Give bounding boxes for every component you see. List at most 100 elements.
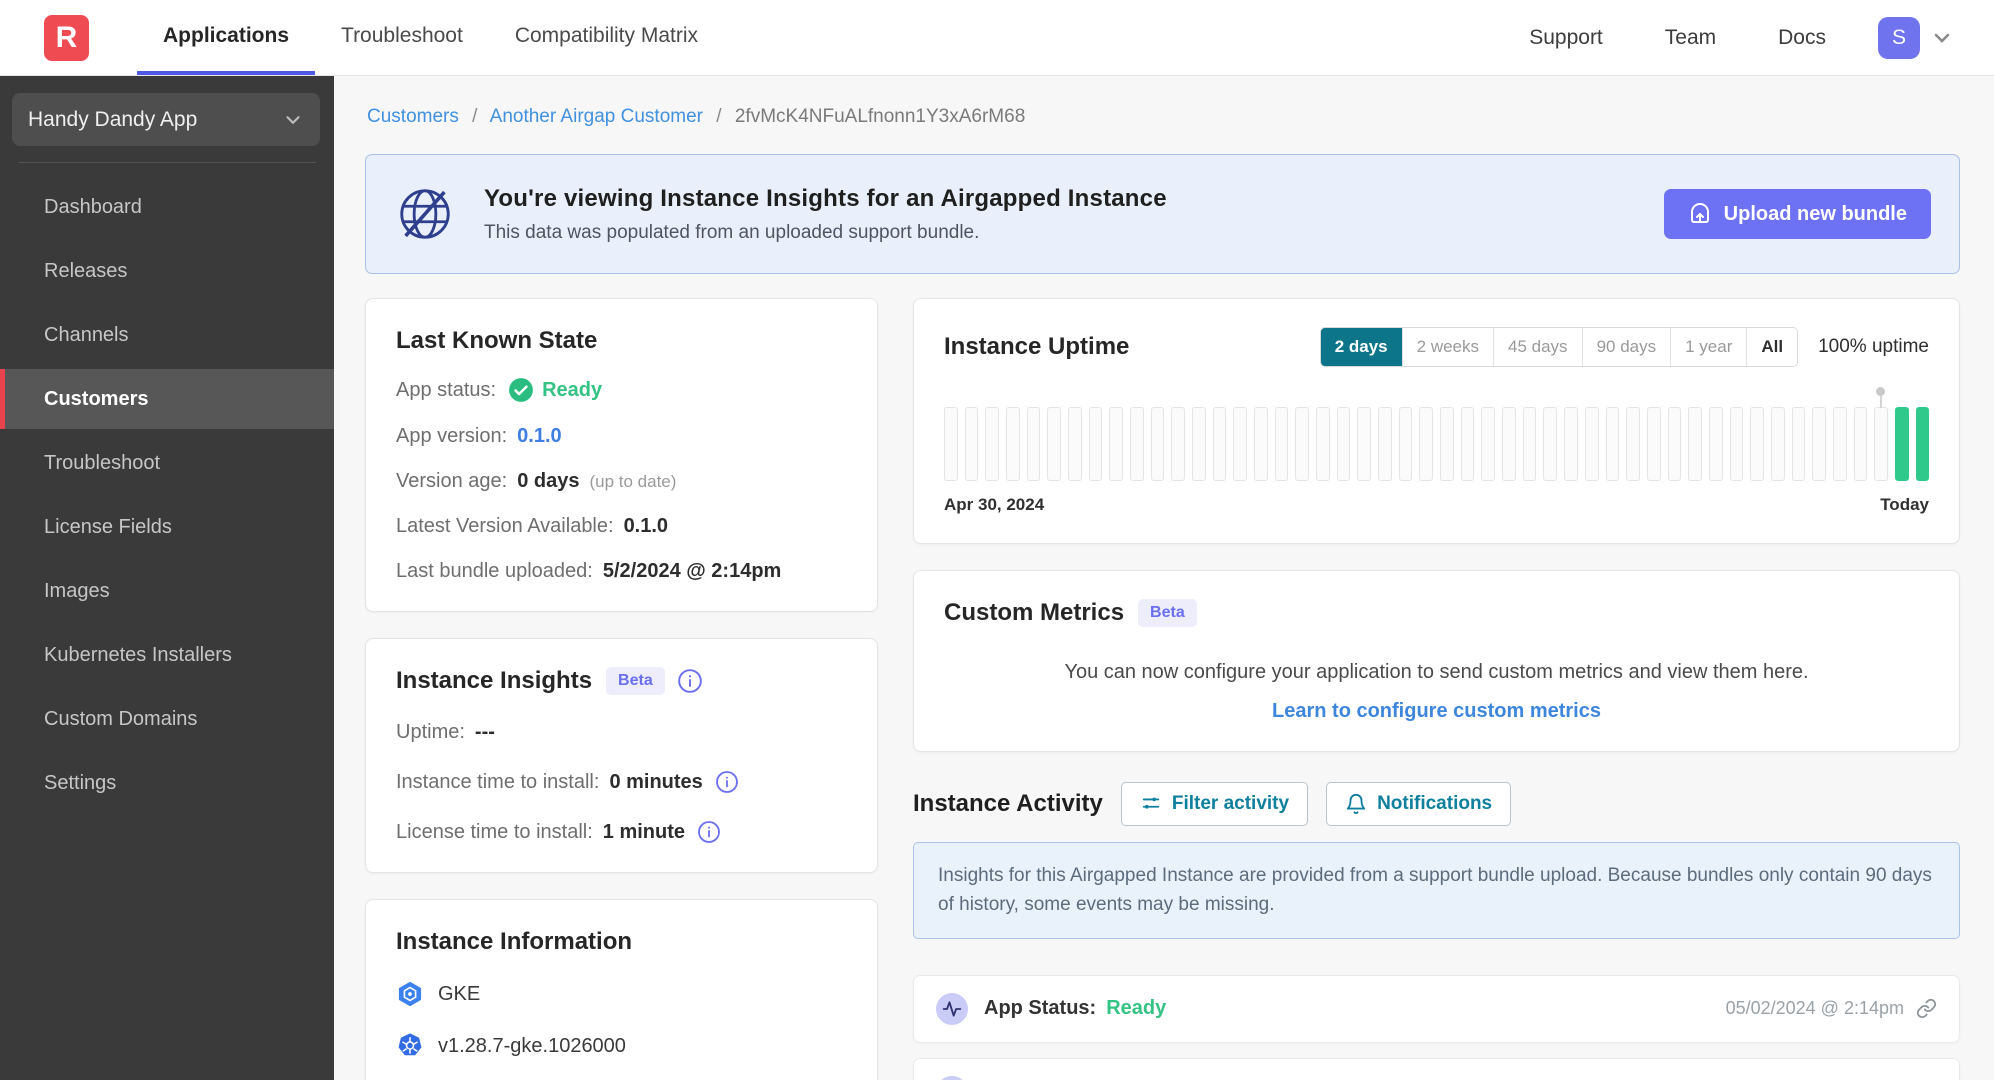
uptime-bar[interactable] bbox=[985, 407, 1000, 481]
uptime-bar[interactable] bbox=[1915, 407, 1930, 481]
tab-troubleshoot[interactable]: Troubleshoot bbox=[315, 0, 489, 75]
app-selector[interactable]: Handy Dandy App bbox=[12, 93, 320, 146]
uptime-bar[interactable] bbox=[1047, 407, 1062, 481]
sidebar-item-dashboard[interactable]: Dashboard bbox=[0, 177, 334, 237]
uptime-value: --- bbox=[474, 721, 495, 743]
uptime-bar[interactable] bbox=[1832, 407, 1847, 481]
nav-link-team[interactable]: Team bbox=[1665, 26, 1716, 50]
nav-link-docs[interactable]: Docs bbox=[1778, 26, 1826, 50]
avatar[interactable]: S bbox=[1878, 16, 1920, 59]
upload-new-bundle-button[interactable]: Upload new bundle bbox=[1663, 189, 1931, 239]
uptime-bar[interactable] bbox=[1419, 407, 1434, 481]
uptime-bar[interactable] bbox=[1316, 407, 1330, 481]
uptime-bar[interactable] bbox=[1770, 407, 1785, 481]
uptime-bar[interactable] bbox=[1874, 407, 1888, 481]
uptime-bar[interactable] bbox=[1171, 407, 1186, 481]
uptime-bar[interactable] bbox=[1440, 407, 1454, 481]
range-all[interactable]: All bbox=[1746, 328, 1798, 366]
uptime-bar[interactable] bbox=[1130, 407, 1144, 481]
uptime-bar[interactable] bbox=[1357, 407, 1372, 481]
uptime-bar[interactable] bbox=[1522, 407, 1537, 481]
uptime-bar[interactable] bbox=[1460, 407, 1475, 481]
instance-time-to-install-label: Instance time to install: bbox=[396, 770, 600, 793]
notifications-button[interactable]: Notifications bbox=[1326, 782, 1512, 826]
uptime-bars[interactable] bbox=[944, 407, 1930, 481]
kubernetes-version-value: v1.28.7-gke.1026000 bbox=[438, 1034, 626, 1057]
uptime-bar[interactable] bbox=[1212, 407, 1227, 481]
uptime-bar[interactable] bbox=[1543, 407, 1558, 481]
sidebar-item-channels[interactable]: Channels bbox=[0, 305, 334, 365]
uptime-bar[interactable] bbox=[1646, 407, 1661, 481]
version-age-row: Version age: 0 days (up to date) bbox=[396, 470, 847, 493]
range-1-year[interactable]: 1 year bbox=[1670, 328, 1747, 366]
app-version-label: App version: bbox=[396, 425, 508, 447]
configure-custom-metrics-link[interactable]: Learn to configure custom metrics bbox=[944, 700, 1929, 723]
info-icon[interactable] bbox=[715, 770, 739, 794]
uptime-bar[interactable] bbox=[1605, 407, 1620, 481]
breadcrumb-separator: / bbox=[716, 106, 722, 127]
range-2-days[interactable]: 2 days bbox=[1320, 328, 1402, 366]
replicated-logo[interactable]: R bbox=[44, 15, 89, 61]
filter-activity-label: Filter activity bbox=[1171, 793, 1290, 814]
range-90-days[interactable]: 90 days bbox=[1581, 328, 1671, 366]
app-status-value: Ready bbox=[542, 378, 603, 401]
sidebar-item-license-fields[interactable]: License Fields bbox=[0, 497, 334, 557]
breadcrumb-customer-name[interactable]: Another Airgap Customer bbox=[490, 106, 703, 127]
uptime-bar[interactable] bbox=[1750, 407, 1764, 481]
uptime-bar[interactable] bbox=[1068, 407, 1082, 481]
uptime-bar[interactable] bbox=[1150, 407, 1165, 481]
uptime-bar[interactable] bbox=[1398, 407, 1413, 481]
chevron-down-icon[interactable] bbox=[1930, 26, 1954, 50]
uptime-bar[interactable] bbox=[1729, 407, 1744, 481]
breadcrumb-customers[interactable]: Customers bbox=[367, 106, 459, 127]
info-icon[interactable] bbox=[677, 668, 703, 694]
uptime-bar[interactable] bbox=[1192, 407, 1206, 481]
event-timestamp: 05/02/2024 @ 2:14pm bbox=[1725, 998, 1904, 1019]
uptime-bar[interactable] bbox=[1088, 407, 1103, 481]
uptime-bar[interactable] bbox=[1006, 407, 1020, 481]
uptime-bar[interactable] bbox=[1502, 407, 1516, 481]
uptime-bar[interactable] bbox=[1626, 407, 1640, 481]
uptime-bar[interactable] bbox=[1853, 407, 1868, 481]
uptime-bar[interactable] bbox=[944, 407, 958, 481]
uptime-bar[interactable] bbox=[1378, 407, 1392, 481]
chevron-down-icon bbox=[282, 109, 304, 131]
event-row[interactable]: App Status: Updating 05/02/2024 @ 2:14pm bbox=[913, 1057, 1960, 1080]
sidebar-item-kubernetes-installers[interactable]: Kubernetes Installers bbox=[0, 625, 334, 685]
uptime-bar[interactable] bbox=[1584, 407, 1599, 481]
tab-applications[interactable]: Applications bbox=[137, 0, 316, 75]
link-icon[interactable] bbox=[1916, 998, 1937, 1019]
filter-activity-button[interactable]: Filter activity bbox=[1120, 782, 1309, 826]
uptime-bar[interactable] bbox=[1481, 407, 1496, 481]
range-45-days[interactable]: 45 days bbox=[1493, 328, 1582, 366]
last-bundle-value: 5/2/2024 @ 2:14pm bbox=[602, 560, 782, 582]
uptime-bar[interactable] bbox=[1233, 407, 1248, 481]
uptime-bar[interactable] bbox=[1295, 407, 1310, 481]
tab-compatibility-matrix[interactable]: Compatibility Matrix bbox=[489, 0, 724, 75]
uptime-bar[interactable] bbox=[1564, 407, 1578, 481]
uptime-bar[interactable] bbox=[1791, 407, 1806, 481]
uptime-bar[interactable] bbox=[1026, 407, 1041, 481]
uptime-bar[interactable] bbox=[1254, 407, 1268, 481]
sidebar-item-images[interactable]: Images bbox=[0, 561, 334, 621]
app-version-value[interactable]: 0.1.0 bbox=[517, 425, 561, 448]
nav-link-support[interactable]: Support bbox=[1529, 26, 1603, 50]
sidebar-item-custom-domains[interactable]: Custom Domains bbox=[0, 689, 334, 749]
event-row[interactable]: App Status: Ready 05/02/2024 @ 2:14pm bbox=[913, 974, 1960, 1043]
uptime-bar[interactable] bbox=[1667, 407, 1682, 481]
uptime-bar[interactable] bbox=[1894, 407, 1909, 481]
sidebar-item-settings[interactable]: Settings bbox=[0, 753, 334, 813]
uptime-bar[interactable] bbox=[1274, 407, 1289, 481]
range-2-weeks[interactable]: 2 weeks bbox=[1401, 328, 1494, 366]
uptime-bar[interactable] bbox=[964, 407, 979, 481]
sidebar-item-troubleshoot[interactable]: Troubleshoot bbox=[0, 433, 334, 493]
sidebar-item-releases[interactable]: Releases bbox=[0, 241, 334, 301]
sidebar-item-customers[interactable]: Customers bbox=[0, 369, 334, 429]
uptime-bar[interactable] bbox=[1708, 407, 1723, 481]
uptime-bar[interactable] bbox=[1688, 407, 1702, 481]
info-icon[interactable] bbox=[697, 820, 721, 844]
uptime-bar[interactable] bbox=[1336, 407, 1351, 481]
last-bundle-label: Last bundle uploaded: bbox=[396, 560, 593, 582]
uptime-bar[interactable] bbox=[1109, 407, 1124, 481]
uptime-bar[interactable] bbox=[1812, 407, 1826, 481]
